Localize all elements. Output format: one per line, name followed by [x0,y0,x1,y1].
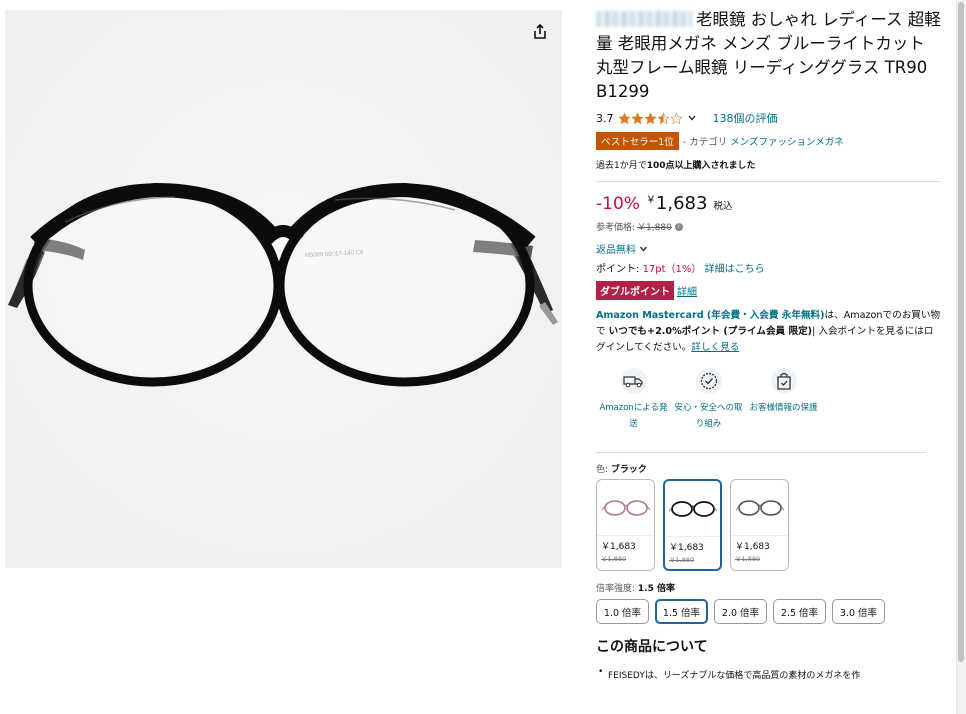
bestseller-badge[interactable]: ベストセラー1位 [596,132,679,150]
swatch-old-price: ￥1,880 [669,556,695,564]
category-link[interactable]: メンズファッションメガネ [730,134,844,148]
feature-safety[interactable]: 安心・安全への取り組み [671,366,746,432]
star-rating[interactable] [617,111,683,125]
truck-icon [622,376,643,388]
divider [596,181,941,182]
product-title: 老眼鏡 おしゃれ レディース 超軽量 老眼用メガネ メンズ ブルーライトカット … [596,8,941,104]
swatch-old-price: ￥1,880 [601,555,627,563]
ratings-count-link[interactable]: 138個の評価 [713,110,778,126]
bag-check-icon [776,372,791,390]
color-label: 色: ブラック [596,462,941,475]
points-label: ポイント: [596,264,640,275]
divider [596,452,926,453]
mastercard-promo: Amazon Mastercard (年会費・入会費 永年無料)は、Amazon… [596,308,941,356]
about-bullet: FEISEDYは、リーズナブルな価格で高品質の素材のメガネを作 [596,667,941,681]
feature-label: Amazonによる発送 [599,403,668,429]
feature-label: 安心・安全への取り組み [674,403,743,429]
free-returns-label: 返品無料 [596,245,636,256]
color-label-text: 色: [596,465,611,475]
page-scrollbar[interactable] [956,0,966,714]
discount-percent: -10% [596,194,640,214]
points-details-link[interactable]: 詳細はこちら [705,264,765,275]
reference-price: 参考価格: ￥1,880 i [596,220,941,233]
double-point-details-link[interactable]: 詳細 [677,283,697,298]
star-full-icon [630,111,644,124]
feature-privacy[interactable]: お客様情報の保護 [746,366,821,432]
rating-value: 3.7 [596,111,614,125]
double-point-badge: ダブルポイント [596,281,674,300]
info-icon[interactable]: i [674,222,683,231]
scrollbar-thumb[interactable] [958,2,964,662]
points-value: 17pt（1%） [642,264,702,275]
brand-name-redacted [596,11,692,27]
color-swatches: ￥1,683 ￥1,880 ￥1,683 ￥1,880 ￥1,683 ￥1,88… [596,479,941,571]
color-selected-value: ブラック [610,465,647,475]
purchase-count-prefix: 過去1か月で [596,161,647,171]
shield-badge-icon [700,372,717,390]
star-full-icon [643,111,657,124]
price-amount: 1,683 [655,193,708,214]
magnification-option-1-0[interactable]: 1.0 倍率 [596,599,649,624]
star-empty-icon [669,111,683,124]
reference-price-value: ￥1,880 [637,223,672,233]
feature-fulfilled-by-amazon[interactable]: Amazonによる発送 [596,366,671,432]
share-icon [534,24,546,39]
color-swatch-black[interactable]: ￥1,683 ￥1,880 [663,479,722,571]
free-returns-link[interactable]: 返品無料 [596,241,941,256]
magnification-option-2-5[interactable]: 2.5 倍率 [773,599,826,624]
share-button[interactable] [528,20,552,44]
color-swatch-pink[interactable]: ￥1,683 ￥1,880 [596,479,655,571]
mastercard-title[interactable]: Amazon Mastercard (年会費・入会費 永年無料) [596,310,825,321]
swatch-old-price: ￥1,880 [735,555,761,563]
product-image[interactable]: M5009 50□17-140 C4 [5,10,562,568]
magnification-label-text: 倍率強度: [596,584,638,594]
magnification-option-2-0[interactable]: 2.0 倍率 [714,599,767,624]
feature-icons: Amazonによる発送 安心・安全への取り組み お客様情報の保護 [596,366,941,432]
mastercard-learn-more-link[interactable]: 詳しく見る [691,342,739,353]
glasses-thumbnail [668,500,717,517]
swatch-price: ￥1,683 [735,542,770,552]
glasses-thumbnail [601,499,650,516]
star-full-icon [617,111,631,124]
double-point-row: ダブルポイント 詳細 [596,281,941,300]
magnification-label: 倍率強度: 1.5 倍率 [596,581,941,594]
swatch-price: ￥1,683 [601,542,636,552]
glasses-image: M5009 50□17-140 C4 [5,10,562,568]
price-row: -10% ￥ 1,683 税込 [596,193,941,214]
chevron-down-icon [639,246,648,252]
color-swatch-gray[interactable]: ￥1,683 ￥1,880 [730,479,789,571]
product-details: 老眼鏡 おしゃれ レディース 超軽量 老眼用メガネ メンズ ブルーライトカット … [596,8,941,681]
feature-label: お客様情報の保護 [749,403,818,413]
reference-price-label: 参考価格: [596,223,636,233]
points-row: ポイント: 17pt（1%） 詳細はこちら [596,260,941,275]
category-prefix: - カテゴリ [682,137,728,148]
bestseller-row: ベストセラー1位 - カテゴリ メンズファッションメガネ [596,132,941,150]
glasses-thumbnail [735,499,784,516]
currency-symbol: ￥ [645,195,656,206]
star-half-icon [656,111,670,124]
purchase-count-value: 100点以上購入されました [646,161,756,171]
magnification-option-1-5[interactable]: 1.5 倍率 [655,599,708,624]
rating-row: 3.7 138個の評価 [596,110,941,126]
swatch-price: ￥1,683 [669,543,704,553]
magnification-selected-value: 1.5 倍率 [637,584,675,594]
about-section-title: この商品について [596,639,708,655]
tax-label: 税込 [713,201,733,212]
purchase-count: 過去1か月で100点以上購入されました [596,158,941,171]
chevron-down-icon[interactable] [687,113,697,123]
magnification-option-3-0[interactable]: 3.0 倍率 [832,599,885,624]
magnification-options: 1.0 倍率 1.5 倍率 2.0 倍率 2.5 倍率 3.0 倍率 [596,599,941,624]
mastercard-bonus: いつでも+2.0%ポイント (プライム会員 限定) [608,326,813,337]
